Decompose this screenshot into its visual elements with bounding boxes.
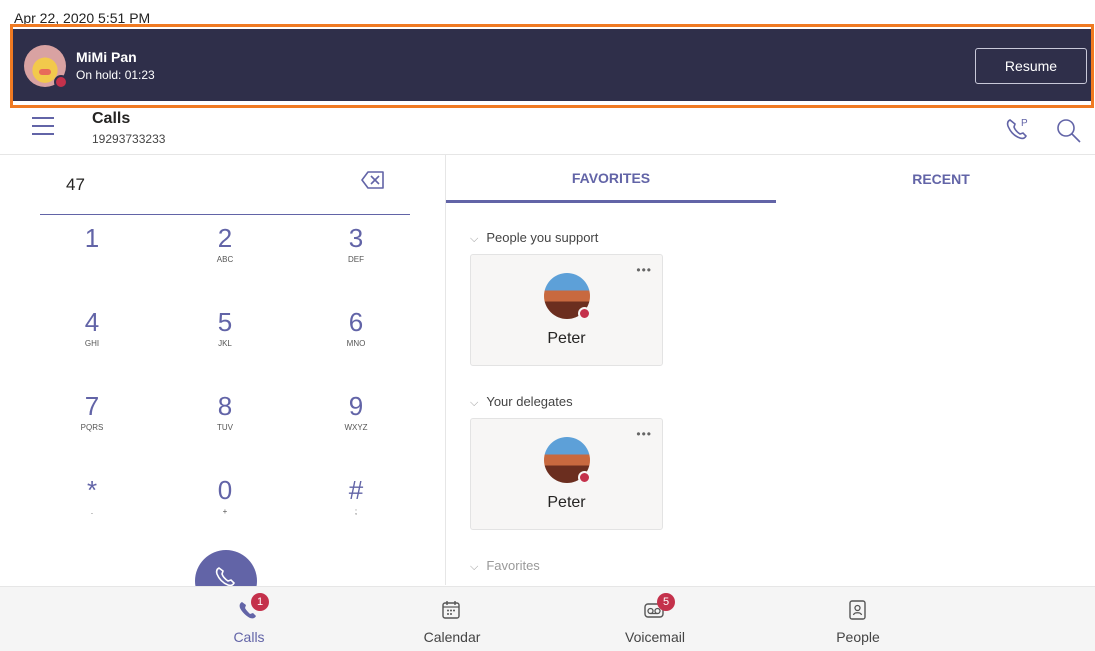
dial-key-hash[interactable]: # ; xyxy=(316,475,396,545)
contact-card[interactable]: ••• Peter xyxy=(470,418,663,530)
section-your-delegates[interactable]: ⌵ Your delegates xyxy=(470,394,573,410)
contact-card[interactable]: ••• Peter xyxy=(470,254,663,366)
backspace-icon[interactable] xyxy=(360,169,386,191)
dial-key-5[interactable]: 5 JKL xyxy=(185,307,265,377)
calls-header: Calls 19293733233 P xyxy=(0,108,1095,155)
chevron-down-icon: ⌵ xyxy=(470,233,479,245)
menu-icon[interactable] xyxy=(32,117,54,135)
avatar xyxy=(24,45,68,89)
tab-recent[interactable]: RECENT xyxy=(776,155,1095,203)
more-options-icon[interactable]: ••• xyxy=(636,263,652,277)
dial-input-underline xyxy=(40,214,410,215)
resume-button[interactable]: Resume xyxy=(975,48,1087,84)
voicemail-badge: 5 xyxy=(657,593,675,611)
dial-key-4[interactable]: 4 GHI xyxy=(52,307,132,377)
hold-status: On hold: 01:23 xyxy=(76,68,155,82)
avatar-beak xyxy=(39,69,51,75)
people-icon xyxy=(849,600,866,620)
chevron-down-icon: ⌵ xyxy=(470,561,479,573)
dial-key-2[interactable]: 2 ABC xyxy=(185,223,265,293)
tab-favorites[interactable]: FAVORITES xyxy=(446,155,776,203)
dial-key-7[interactable]: 7 PQRS xyxy=(52,391,132,461)
svg-text:P: P xyxy=(1021,118,1028,129)
section-people-you-support[interactable]: ⌵ People you support xyxy=(470,230,598,246)
dial-key-9[interactable]: 9 WXYZ xyxy=(316,391,396,461)
search-icon[interactable] xyxy=(1054,116,1082,144)
nav-calendar[interactable]: Calendar xyxy=(382,587,522,651)
dial-key-1[interactable]: 1 xyxy=(52,223,132,293)
call-park-icon[interactable]: P xyxy=(1004,115,1032,143)
presence-busy-icon xyxy=(54,75,68,89)
status-bar: Apr 22, 2020 5:51 PM xyxy=(0,0,1095,30)
held-caller-name: MiMi Pan xyxy=(76,49,137,65)
contact-name: Peter xyxy=(547,494,586,511)
page-title: Calls xyxy=(92,110,131,127)
contact-name: Peter xyxy=(547,330,586,347)
hold-banner[interactable]: MiMi Pan On hold: 01:23 Resume xyxy=(12,29,1092,101)
dial-key-6[interactable]: 6 MNO xyxy=(316,307,396,377)
chevron-down-icon: ⌵ xyxy=(470,397,479,409)
status-datetime: Apr 22, 2020 5:51 PM xyxy=(14,10,151,26)
avatar xyxy=(544,273,591,320)
more-options-icon[interactable]: ••• xyxy=(636,427,652,441)
dial-key-3[interactable]: 3 DEF xyxy=(316,223,396,293)
favorites-recent-tabs: FAVORITES RECENT xyxy=(446,155,1095,203)
dialpad: 47 1 2 ABC 3 DEF 4 GHI 5 JKL 6 MNO 7 PQR… xyxy=(0,155,446,612)
dial-key-star[interactable]: * . xyxy=(52,475,132,545)
calls-badge: 1 xyxy=(251,593,269,611)
nav-voicemail[interactable]: 5 Voicemail xyxy=(585,587,725,651)
presence-busy-icon xyxy=(578,307,591,320)
nav-people[interactable]: People xyxy=(788,587,928,651)
nav-calls[interactable]: 1 Calls xyxy=(179,587,319,651)
dial-key-8[interactable]: 8 TUV xyxy=(185,391,265,461)
presence-busy-icon xyxy=(578,471,591,484)
own-number: 19293733233 xyxy=(92,132,166,146)
dial-input[interactable]: 47 xyxy=(66,175,85,195)
section-favorites[interactable]: ⌵ Favorites xyxy=(470,558,540,574)
dial-key-0[interactable]: 0 + xyxy=(185,475,265,545)
avatar xyxy=(544,437,591,484)
bottom-nav: 1 Calls Calendar 5 Voicemail People xyxy=(0,586,1095,651)
calendar-icon xyxy=(442,601,460,619)
